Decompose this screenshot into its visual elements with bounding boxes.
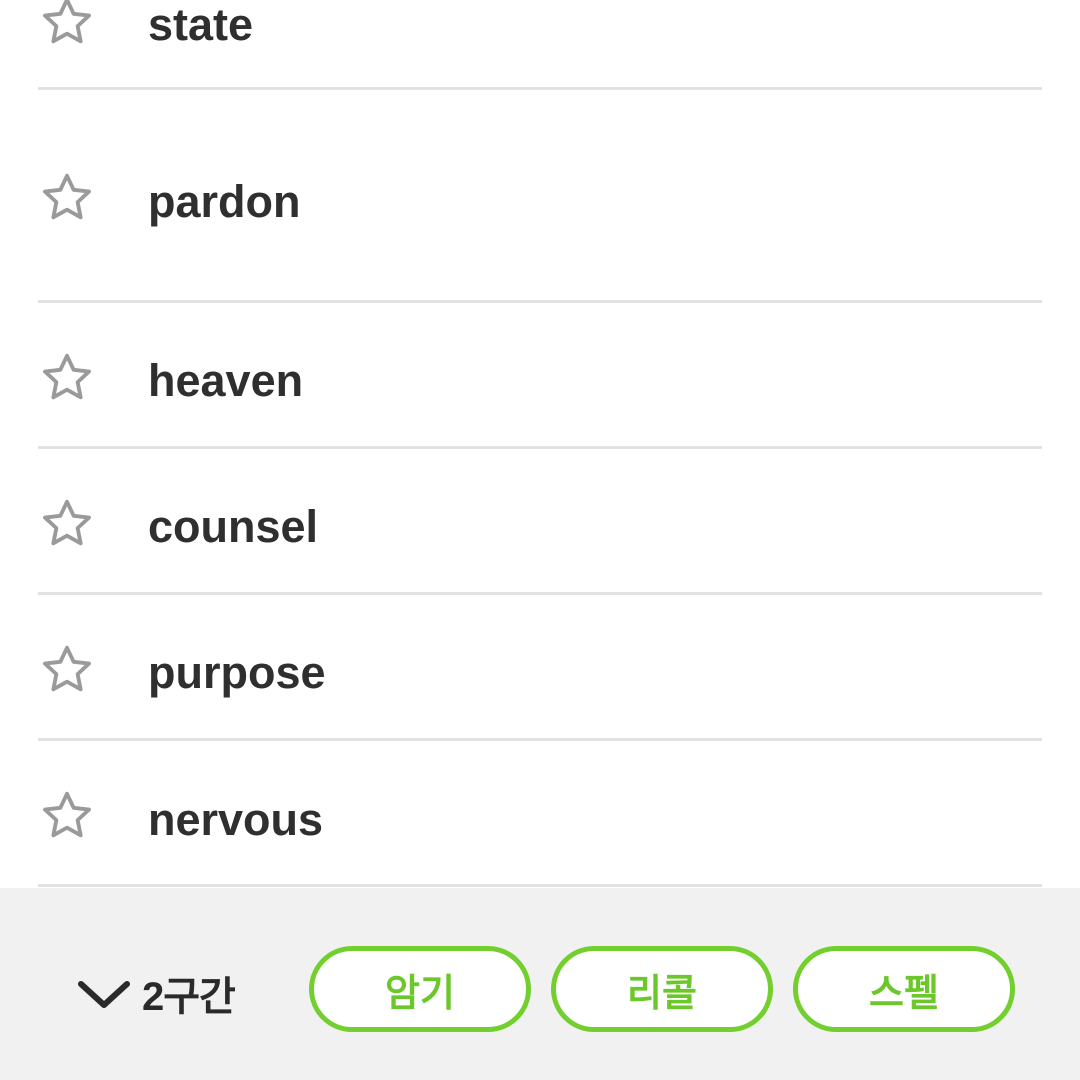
recall-button[interactable]: 리콜 — [551, 946, 773, 1032]
chevron-down-icon[interactable] — [76, 977, 132, 1009]
star-icon[interactable] — [38, 787, 96, 845]
word-list-screen: state pardon heaven counsel purpose nerv — [0, 0, 1080, 1080]
word-label: purpose — [148, 647, 326, 698]
star-icon[interactable] — [38, 641, 96, 699]
word-label: pardon — [148, 176, 301, 227]
word-label: nervous — [148, 794, 324, 845]
memorize-button[interactable]: 암기 — [309, 946, 531, 1032]
section-label: 2구간 — [142, 975, 236, 1019]
star-icon[interactable] — [38, 495, 96, 553]
star-icon[interactable] — [38, 349, 96, 407]
spell-button[interactable]: 스펠 — [793, 946, 1015, 1032]
word-label: counsel — [148, 501, 319, 552]
star-icon[interactable] — [38, 169, 96, 227]
star-icon[interactable] — [38, 0, 96, 51]
section-selector[interactable]: 2구간 — [76, 968, 236, 1019]
word-label: heaven — [148, 355, 304, 406]
word-label: state — [148, 0, 254, 50]
